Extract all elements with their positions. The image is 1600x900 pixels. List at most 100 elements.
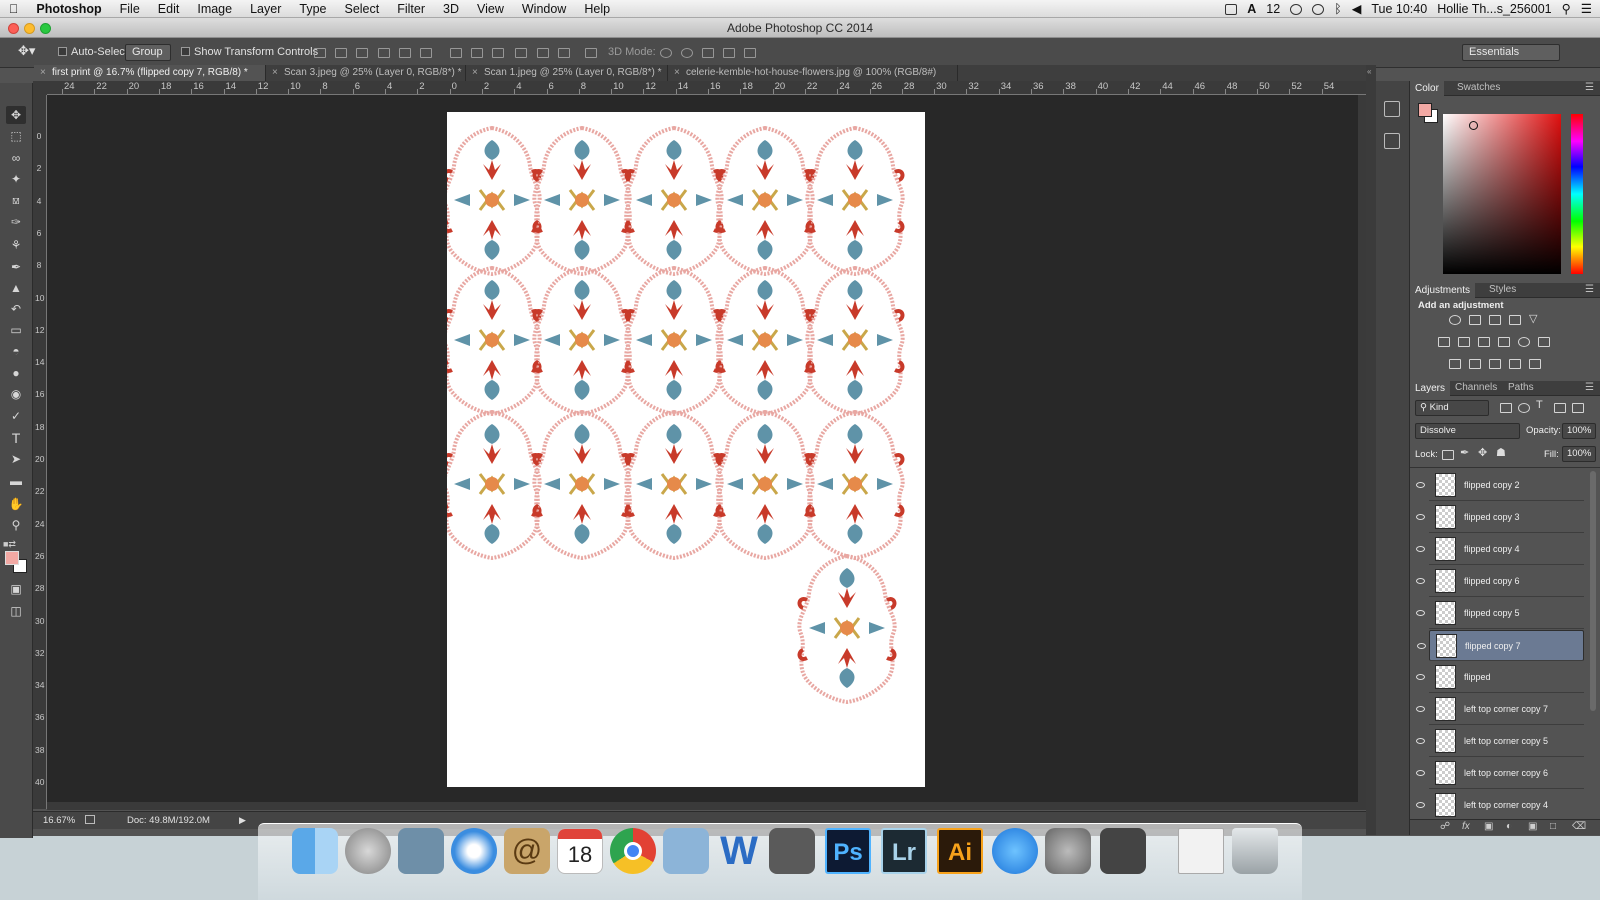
- layer-kind-filter[interactable]: ⚲ Kind: [1415, 400, 1489, 416]
- horizontal-ruler[interactable]: 24 22 20 18 16 14 12 10 8 6 4 2 0 2 4 6 8 10 12 14 16 18 20 22 2…: [47, 81, 1366, 95]
- rectangle-tool-icon[interactable]: ▬: [6, 472, 26, 490]
- color-foreground-swatch[interactable]: [1418, 103, 1432, 117]
- layer-thumbnail[interactable]: [1435, 729, 1456, 753]
- canvas-area[interactable]: [47, 95, 1366, 809]
- menu-help[interactable]: Help: [575, 0, 619, 18]
- lock-paint-icon[interactable]: ✒: [1460, 446, 1469, 459]
- menu-file[interactable]: File: [111, 0, 149, 18]
- filter-type-icon[interactable]: T: [1536, 399, 1543, 411]
- visibility-eye-icon[interactable]: [1416, 770, 1425, 776]
- panel-menu-icon[interactable]: ☰: [1585, 82, 1594, 93]
- clock[interactable]: Tue 10:40: [1371, 0, 1427, 18]
- layer-thumbnail[interactable]: [1435, 793, 1456, 817]
- gradient-map-icon[interactable]: [1529, 359, 1541, 369]
- link-layers-icon[interactable]: ☍: [1440, 821, 1450, 832]
- lock-transparent-icon[interactable]: [1442, 450, 1454, 460]
- layer-name[interactable]: flipped copy 2: [1464, 480, 1520, 490]
- time-machine-icon[interactable]: [1312, 3, 1325, 15]
- threshold-icon[interactable]: [1489, 359, 1501, 369]
- 3d-scale-icon[interactable]: [744, 48, 756, 58]
- ruler-origin[interactable]: [33, 81, 47, 95]
- close-tab-icon[interactable]: ×: [674, 65, 680, 81]
- tab-styles[interactable]: Styles: [1489, 284, 1516, 295]
- vibrance-icon[interactable]: ▽: [1529, 312, 1537, 325]
- photo-filter-icon[interactable]: [1498, 337, 1510, 347]
- layer-name[interactable]: flipped copy 6: [1464, 576, 1520, 586]
- collapse-panels-icon[interactable]: «: [1367, 67, 1371, 76]
- hue-saturation-icon[interactable]: [1438, 337, 1450, 347]
- menu-select[interactable]: Select: [335, 0, 388, 18]
- vertical-scrollbar[interactable]: [1358, 95, 1366, 802]
- layer-thumbnail[interactable]: [1435, 697, 1456, 721]
- layer-row[interactable]: flipped copy 3: [1416, 502, 1584, 533]
- vertical-ruler[interactable]: 024681012141618202224262830323436384042: [33, 95, 47, 809]
- 3d-pan-icon[interactable]: [702, 48, 714, 58]
- 3d-roll-icon[interactable]: [681, 48, 693, 58]
- marquee-tool-icon[interactable]: ⬚: [6, 127, 26, 145]
- layer-name[interactable]: flipped copy 3: [1464, 512, 1520, 522]
- menu-image[interactable]: Image: [188, 0, 241, 18]
- workspace-dropdown[interactable]: Essentials: [1462, 44, 1560, 61]
- color-picker-field[interactable]: [1443, 114, 1561, 274]
- tab-celerie-kemble[interactable]: × celerie-kemble-hot-house-flowers.jpg @ …: [668, 65, 958, 81]
- delete-layer-icon[interactable]: ⌫: [1572, 821, 1586, 832]
- pen-tool-icon[interactable]: ✓: [6, 407, 26, 425]
- layer-thumbnail[interactable]: [1435, 761, 1456, 785]
- hand-tool-icon[interactable]: ✋: [6, 495, 26, 513]
- distribute-right-icon[interactable]: [558, 48, 570, 58]
- layer-row[interactable]: flipped copy 5: [1416, 598, 1584, 629]
- layer-style-icon[interactable]: fx: [1462, 821, 1470, 832]
- auto-align-icon[interactable]: [585, 48, 597, 58]
- tab-adjustments[interactable]: Adjustments: [1410, 283, 1476, 298]
- layer-thumbnail[interactable]: [1435, 505, 1456, 529]
- layer-row[interactable]: left top corner copy 4: [1416, 790, 1584, 819]
- filter-smart-object-icon[interactable]: [1572, 403, 1584, 413]
- distribute-top-icon[interactable]: [450, 48, 462, 58]
- bluetooth-icon[interactable]: ᛒ: [1334, 0, 1342, 18]
- contacts-icon[interactable]: @: [504, 828, 550, 874]
- illustrator-icon[interactable]: Ai: [937, 828, 983, 874]
- screen-mode-icon[interactable]: ◫: [6, 602, 26, 620]
- panel-menu-icon[interactable]: ☰: [1585, 284, 1594, 295]
- fill-input[interactable]: 100%: [1562, 446, 1596, 462]
- foreground-color-swatch[interactable]: [5, 551, 19, 565]
- distribute-hcenter-icon[interactable]: [537, 48, 549, 58]
- paint-bucket-tool-icon[interactable]: ◓: [6, 342, 26, 360]
- tab-channels[interactable]: Channels: [1455, 382, 1497, 393]
- quick-select-tool-icon[interactable]: ✦: [6, 170, 26, 188]
- menu-window[interactable]: Window: [513, 0, 575, 18]
- filter-pixel-icon[interactable]: [1500, 403, 1512, 413]
- auto-select-checkbox[interactable]: Auto-Select:: [58, 46, 131, 58]
- horizontal-scrollbar[interactable]: [47, 802, 1366, 810]
- black-white-icon[interactable]: [1478, 337, 1490, 347]
- tab-swatches[interactable]: Swatches: [1457, 82, 1500, 93]
- 3d-orbit-icon[interactable]: [660, 48, 672, 58]
- posterize-icon[interactable]: [1469, 359, 1481, 369]
- add-mask-icon[interactable]: ▣: [1484, 821, 1493, 832]
- move-tool-preset-icon[interactable]: ✥▾: [18, 43, 35, 59]
- layer-thumbnail[interactable]: [1435, 473, 1456, 497]
- trash-icon[interactable]: [1232, 828, 1278, 874]
- layer-row[interactable]: left top corner copy 6: [1416, 758, 1584, 789]
- blur-tool-icon[interactable]: ●: [6, 364, 26, 382]
- show-transform-checkbox[interactable]: Show Transform Controls: [181, 46, 318, 58]
- menu-edit[interactable]: Edit: [149, 0, 189, 18]
- opacity-input[interactable]: 100%: [1562, 423, 1596, 439]
- layer-name[interactable]: left top corner copy 4: [1464, 800, 1548, 810]
- filter-adjustment-icon[interactable]: [1518, 403, 1530, 413]
- layer-thumbnail[interactable]: [1435, 537, 1456, 561]
- menu-app-photoshop[interactable]: Photoshop: [27, 0, 110, 18]
- align-bottom-icon[interactable]: [356, 48, 368, 58]
- apple-icon[interactable]: : [0, 0, 27, 18]
- layer-name[interactable]: flipped copy 4: [1464, 544, 1520, 554]
- visibility-eye-icon[interactable]: [1416, 802, 1425, 808]
- chrome-icon[interactable]: [610, 828, 656, 874]
- eraser-tool-icon[interactable]: ▭: [6, 321, 26, 339]
- selective-color-icon[interactable]: [1509, 359, 1521, 369]
- spotlight-icon[interactable]: ⚲: [1562, 0, 1571, 18]
- dodge-tool-icon[interactable]: ◉: [6, 385, 26, 403]
- move-tool-icon[interactable]: ✥: [6, 106, 26, 124]
- visibility-eye-icon[interactable]: [1416, 738, 1425, 744]
- layers-scrollbar[interactable]: [1590, 471, 1596, 711]
- system-preferences-icon[interactable]: [1045, 828, 1091, 874]
